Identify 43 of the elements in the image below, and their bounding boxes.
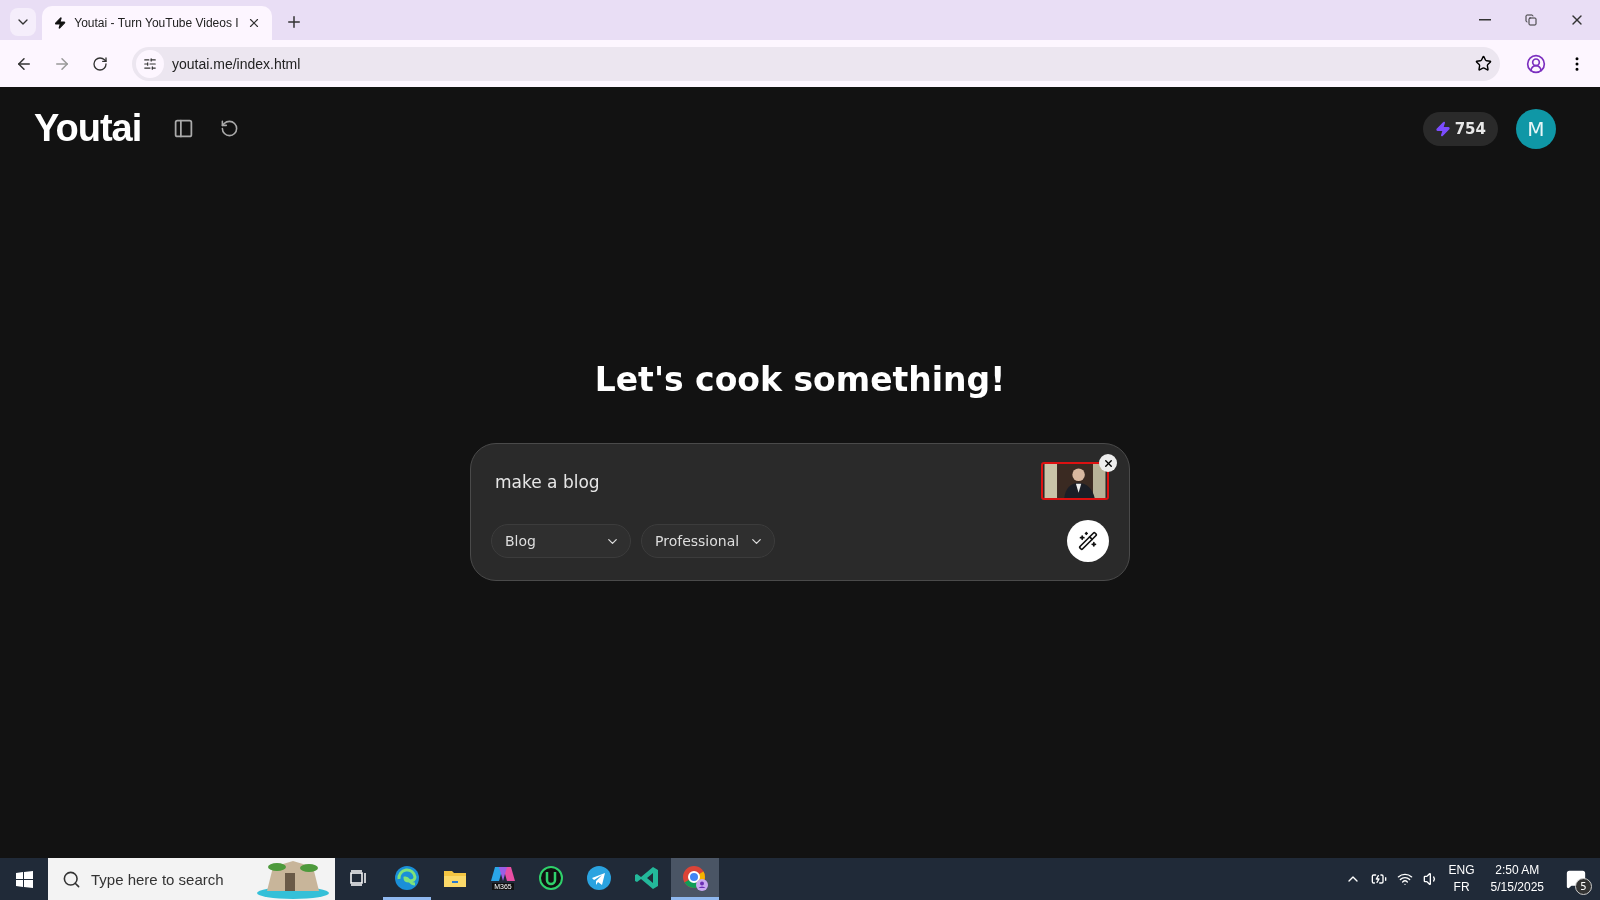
magic-wand-icon: [1078, 531, 1098, 551]
browser-tab[interactable]: Youtai - Turn YouTube Videos I: [42, 6, 272, 40]
page-heading: Let's cook something!: [594, 360, 1006, 399]
close-icon: [1102, 457, 1114, 469]
prompt-input[interactable]: make a blog: [491, 462, 1041, 502]
battery-icon: [1370, 871, 1387, 887]
profile-icon[interactable]: [1526, 53, 1546, 74]
bookmark-star-icon[interactable]: [1475, 55, 1492, 72]
keyboard-layout-label: FR: [1453, 879, 1470, 896]
paper-plane-icon: [586, 864, 612, 891]
reload-icon: [92, 55, 108, 72]
restore-icon: [1525, 14, 1537, 26]
clock-time: 2:50 AM: [1495, 862, 1540, 879]
sliders-icon: [143, 56, 157, 71]
chrome-icon: [681, 863, 709, 892]
remove-attachment-button[interactable]: [1099, 454, 1117, 472]
dropdown-select[interactable]: Professional: [641, 524, 776, 558]
generate-button[interactable]: [1067, 520, 1109, 562]
tab-title: Youtai - Turn YouTube Videos I: [74, 16, 239, 30]
taskbar-search-field[interactable]: Type here to search: [48, 858, 335, 900]
windows-logo-icon: [15, 870, 33, 888]
u-logo-icon: [538, 864, 564, 891]
tab-search-button[interactable]: [10, 8, 36, 36]
credits-count: 754: [1454, 119, 1486, 138]
notifications-button[interactable]: 5: [1560, 863, 1592, 895]
wifi-icon: [1396, 871, 1413, 887]
sidebar-toggle-icon[interactable]: [173, 118, 195, 139]
reset-icon[interactable]: [220, 119, 240, 138]
language-label: ENG: [1448, 862, 1475, 879]
search-placeholder: Type here to search: [91, 870, 224, 888]
notification-count: 5: [1575, 878, 1592, 895]
code-editor-icon: [634, 864, 660, 891]
logo: Youtai: [34, 107, 142, 150]
minimize-icon: [1479, 19, 1491, 21]
site-settings-button[interactable]: [136, 49, 164, 78]
dropdown-select[interactable]: Blog: [491, 524, 631, 558]
lightning-icon: [54, 15, 67, 31]
edge-icon: [394, 864, 420, 891]
lightning-icon: [1434, 120, 1451, 137]
search-icon: [62, 869, 81, 889]
plus-icon: [285, 13, 303, 31]
task-view-icon: [350, 869, 368, 886]
clock-date: 5/15/2025: [1490, 879, 1544, 896]
